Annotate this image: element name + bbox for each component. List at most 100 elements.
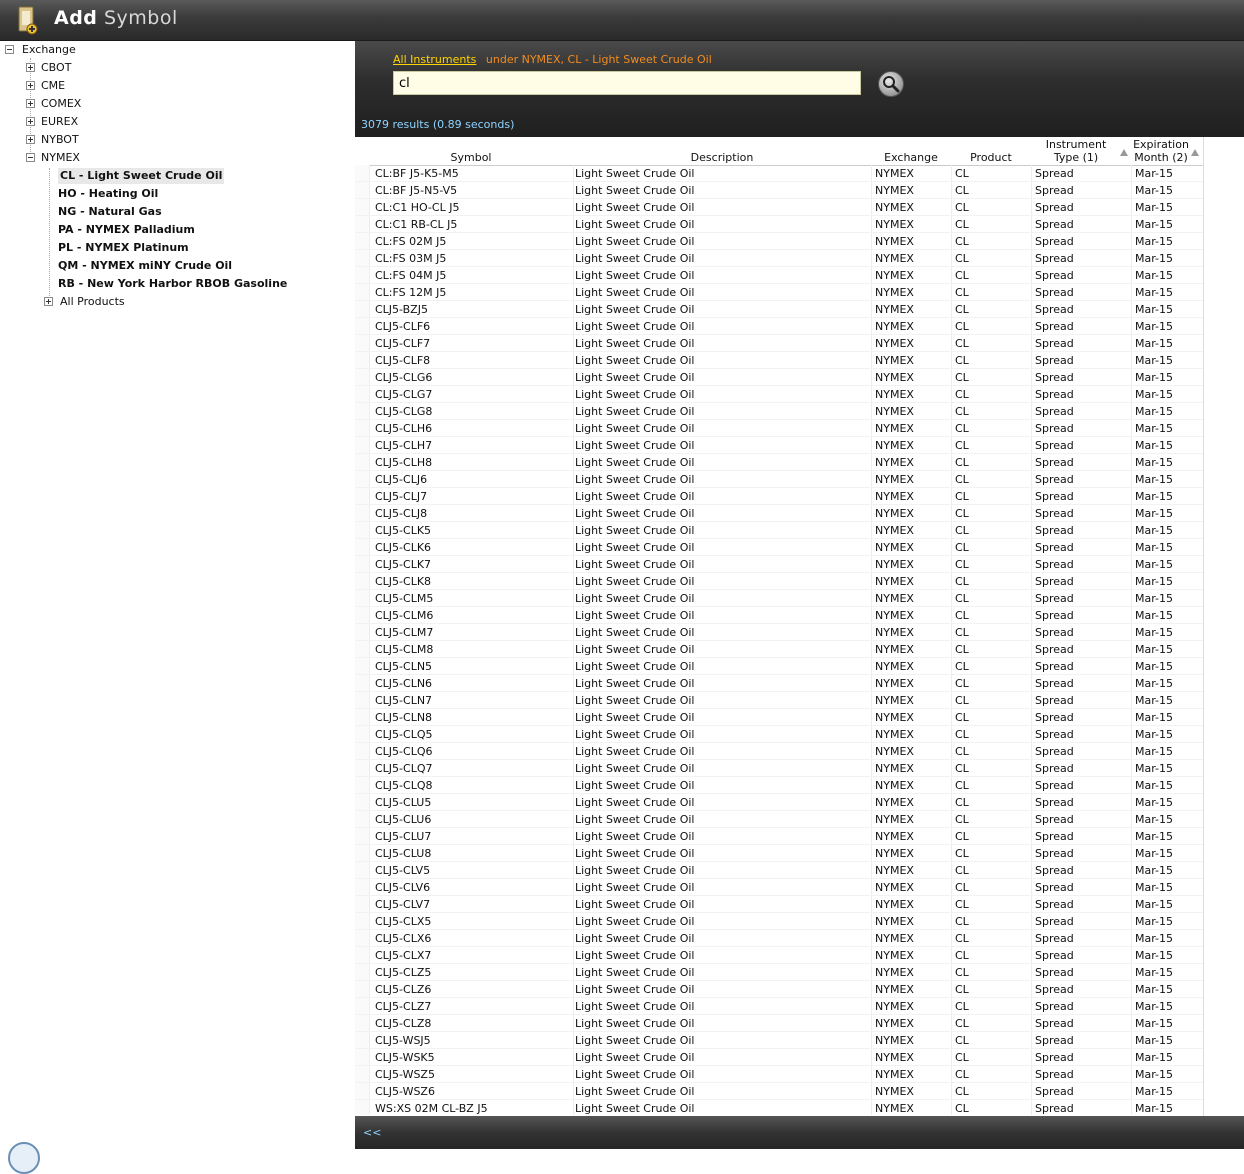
table-row[interactable]: CLJ5-CLH7 Light Sweet Crude Oil NYMEX CL Spr… [355,437,1203,454]
tree-all-products[interactable]: All Products [60,294,125,310]
sort-arrow-icon[interactable] [1120,149,1128,156]
cell-exchange: NYMEX [875,422,914,435]
table-row[interactable]: CLJ5-WSZ5 Light Sweet Crude Oil NYMEX CL Spr… [355,1066,1203,1083]
table-row[interactable]: CLJ5-CLM5 Light Sweet Crude Oil NYMEX CL Spr… [355,590,1203,607]
header-product[interactable]: Product [951,151,1031,164]
table-row[interactable]: CLJ5-CLZ5 Light Sweet Crude Oil NYMEX CL Spr… [355,964,1203,981]
table-row[interactable]: CLJ5-CLQ5 Light Sweet Crude Oil NYMEX CL Spr… [355,726,1203,743]
table-row[interactable]: CLJ5-CLM8 Light Sweet Crude Oil NYMEX CL Spr… [355,641,1203,658]
table-row[interactable]: CLJ5-CLQ7 Light Sweet Crude Oil NYMEX CL Spr… [355,760,1203,777]
table-row[interactable]: CLJ5-CLN7 Light Sweet Crude Oil NYMEX CL Spr… [355,692,1203,709]
grid-scrollbar[interactable] [1203,137,1244,1116]
table-row[interactable]: CLJ5-CLV6 Light Sweet Crude Oil NYMEX CL Spr… [355,879,1203,896]
table-row[interactable]: CLJ5-CLH8 Light Sweet Crude Oil NYMEX CL Spr… [355,454,1203,471]
table-row[interactable]: CLJ5-CLU7 Light Sweet Crude Oil NYMEX CL Spr… [355,828,1203,845]
tree-collapse-icon[interactable] [5,45,14,54]
table-row[interactable]: CLJ5-CLV5 Light Sweet Crude Oil NYMEX CL Spr… [355,862,1203,879]
table-row[interactable]: WS:XS 02M CL-BZ J5 Light Sweet Crude Oil N… [355,1100,1203,1115]
tree-expand-icon[interactable] [26,117,35,126]
table-row[interactable]: CLJ5-CLN5 Light Sweet Crude Oil NYMEX CL Spr… [355,658,1203,675]
tree-root[interactable]: Exchange [22,42,76,58]
table-row[interactable]: CLJ5-CLG8 Light Sweet Crude Oil NYMEX CL Spr… [355,403,1203,420]
table-row[interactable]: CLJ5-CLZ8 Light Sweet Crude Oil NYMEX CL Spr… [355,1015,1203,1032]
table-row[interactable]: CLJ5-CLG6 Light Sweet Crude Oil NYMEX CL Spr… [355,369,1203,386]
table-row[interactable]: CLJ5-CLK6 Light Sweet Crude Oil NYMEX CL Spr… [355,539,1203,556]
table-row[interactable]: CLJ5-CLM7 Light Sweet Crude Oil NYMEX CL Spr… [355,624,1203,641]
cell-description: Light Sweet Crude Oil [575,728,695,741]
table-row[interactable]: CLJ5-CLK7 Light Sweet Crude Oil NYMEX CL Spr… [355,556,1203,573]
help-icon[interactable] [8,1142,40,1174]
table-row[interactable]: CLJ5-CLX6 Light Sweet Crude Oil NYMEX CL Spr… [355,930,1203,947]
search-input[interactable] [393,71,861,95]
tree-product[interactable]: RB - New York Harbor RBOB Gasoline [58,276,287,292]
all-instruments-link[interactable]: All Instruments [393,53,476,66]
table-row[interactable]: CL:FS 02M J5 Light Sweet Crude Oil NYMEX CL… [355,233,1203,250]
table-row[interactable]: CLJ5-WSZ6 Light Sweet Crude Oil NYMEX CL Spr… [355,1083,1203,1100]
cell-exchange: NYMEX [875,354,914,367]
table-row[interactable]: CLJ5-WSJ5 Light Sweet Crude Oil NYMEX CL Spr… [355,1032,1203,1049]
table-row[interactable]: CLJ5-CLQ6 Light Sweet Crude Oil NYMEX CL Spr… [355,743,1203,760]
tree-product[interactable]: PA - NYMEX Palladium [58,222,195,238]
header-exchange[interactable]: Exchange [871,151,951,164]
table-row[interactable]: CL:FS 03M J5 Light Sweet Crude Oil NYMEX CL… [355,250,1203,267]
table-row[interactable]: CL:C1 RB-CL J5 Light Sweet Crude Oil NYMEX… [355,216,1203,233]
table-row[interactable]: CL:C1 HO-CL J5 Light Sweet Crude Oil NYMEX… [355,199,1203,216]
table-row[interactable]: CLJ5-CLN6 Light Sweet Crude Oil NYMEX CL Spr… [355,675,1203,692]
table-row[interactable]: CLJ5-CLZ7 Light Sweet Crude Oil NYMEX CL Spr… [355,998,1203,1015]
tree-exchange-nymex[interactable]: NYMEX [41,150,80,166]
table-row[interactable]: CLJ5-CLK8 Light Sweet Crude Oil NYMEX CL Spr… [355,573,1203,590]
header-instrument-type[interactable]: Instrument Type (1) [1031,138,1121,164]
tree-expand-icon[interactable] [26,99,35,108]
previous-page-link[interactable]: << [363,1126,381,1139]
tree-expand-icon[interactable] [44,297,53,306]
table-row[interactable]: CLJ5-CLJ8 Light Sweet Crude Oil NYMEX CL Spr… [355,505,1203,522]
table-row[interactable]: CL:BF J5-N5-V5 Light Sweet Crude Oil NYMEX… [355,182,1203,199]
sort-arrow-icon[interactable] [1191,149,1199,156]
table-row[interactable]: CLJ5-CLU8 Light Sweet Crude Oil NYMEX CL Spr… [355,845,1203,862]
search-bar: All Instruments under NYMEX, CL - Light … [355,41,1244,137]
table-row[interactable]: CLJ5-CLK5 Light Sweet Crude Oil NYMEX CL Spr… [355,522,1203,539]
table-row[interactable]: CLJ5-CLX5 Light Sweet Crude Oil NYMEX CL Spr… [355,913,1203,930]
cell-symbol: CLJ5-CLU5 [375,796,432,809]
tree-product[interactable]: HO - Heating Oil [58,186,158,202]
header-description[interactable]: Description [573,151,871,164]
table-row[interactable]: CLJ5-CLU5 Light Sweet Crude Oil NYMEX CL Spr… [355,794,1203,811]
cell-product: CL [955,303,969,316]
tree-collapse-icon[interactable] [26,153,35,162]
tree-expand-icon[interactable] [26,63,35,72]
tree-product[interactable]: PL - NYMEX Platinum [58,240,189,256]
table-row[interactable]: CLJ5-CLF8 Light Sweet Crude Oil NYMEX CL Spr… [355,352,1203,369]
tree-exchange-nybot[interactable]: NYBOT [41,132,79,148]
tree-expand-icon[interactable] [26,135,35,144]
table-row[interactable]: CLJ5-CLV7 Light Sweet Crude Oil NYMEX CL Spr… [355,896,1203,913]
tree-exchange-cbot[interactable]: CBOT [41,60,71,76]
tree-product[interactable]: NG - Natural Gas [58,204,162,220]
header-expiration-month[interactable]: Expiration Month (2) [1131,138,1191,164]
table-row[interactable]: CLJ5-CLF7 Light Sweet Crude Oil NYMEX CL Spr… [355,335,1203,352]
header-symbol[interactable]: Symbol [369,151,573,164]
table-row[interactable]: CL:BF J5-K5-M5 Light Sweet Crude Oil NYMEX… [355,165,1203,182]
table-row[interactable]: CLJ5-CLH6 Light Sweet Crude Oil NYMEX CL Spr… [355,420,1203,437]
tree-expand-icon[interactable] [26,81,35,90]
tree-exchange-eurex[interactable]: EUREX [41,114,78,130]
search-button[interactable] [878,71,904,97]
table-row[interactable]: CLJ5-CLU6 Light Sweet Crude Oil NYMEX CL Spr… [355,811,1203,828]
tree-product[interactable]: CL - Light Sweet Crude Oil [58,168,225,184]
table-row[interactable]: CLJ5-CLZ6 Light Sweet Crude Oil NYMEX CL Spr… [355,981,1203,998]
table-row[interactable]: CL:FS 04M J5 Light Sweet Crude Oil NYMEX CL… [355,267,1203,284]
table-row[interactable]: CLJ5-CLM6 Light Sweet Crude Oil NYMEX CL Spr… [355,607,1203,624]
tree-exchange-cme[interactable]: CME [41,78,65,94]
table-row[interactable]: CLJ5-CLF6 Light Sweet Crude Oil NYMEX CL Spr… [355,318,1203,335]
cell-expiration: Mar-15 [1135,762,1174,775]
table-row[interactable]: CLJ5-CLJ7 Light Sweet Crude Oil NYMEX CL Spr… [355,488,1203,505]
table-row[interactable]: CL:FS 12M J5 Light Sweet Crude Oil NYMEX CL… [355,284,1203,301]
table-row[interactable]: CLJ5-CLQ8 Light Sweet Crude Oil NYMEX CL Spr… [355,777,1203,794]
table-row[interactable]: CLJ5-CLJ6 Light Sweet Crude Oil NYMEX CL Spr… [355,471,1203,488]
table-row[interactable]: CLJ5-CLN8 Light Sweet Crude Oil NYMEX CL Spr… [355,709,1203,726]
table-row[interactable]: CLJ5-CLX7 Light Sweet Crude Oil NYMEX CL Spr… [355,947,1203,964]
tree-exchange-comex[interactable]: COMEX [41,96,81,112]
table-row[interactable]: CLJ5-CLG7 Light Sweet Crude Oil NYMEX CL Spr… [355,386,1203,403]
table-row[interactable]: CLJ5-BZJ5 Light Sweet Crude Oil NYMEX CL Spr… [355,301,1203,318]
table-row[interactable]: CLJ5-WSK5 Light Sweet Crude Oil NYMEX CL Spr… [355,1049,1203,1066]
tree-product[interactable]: QM - NYMEX miNY Crude Oil [58,258,232,274]
